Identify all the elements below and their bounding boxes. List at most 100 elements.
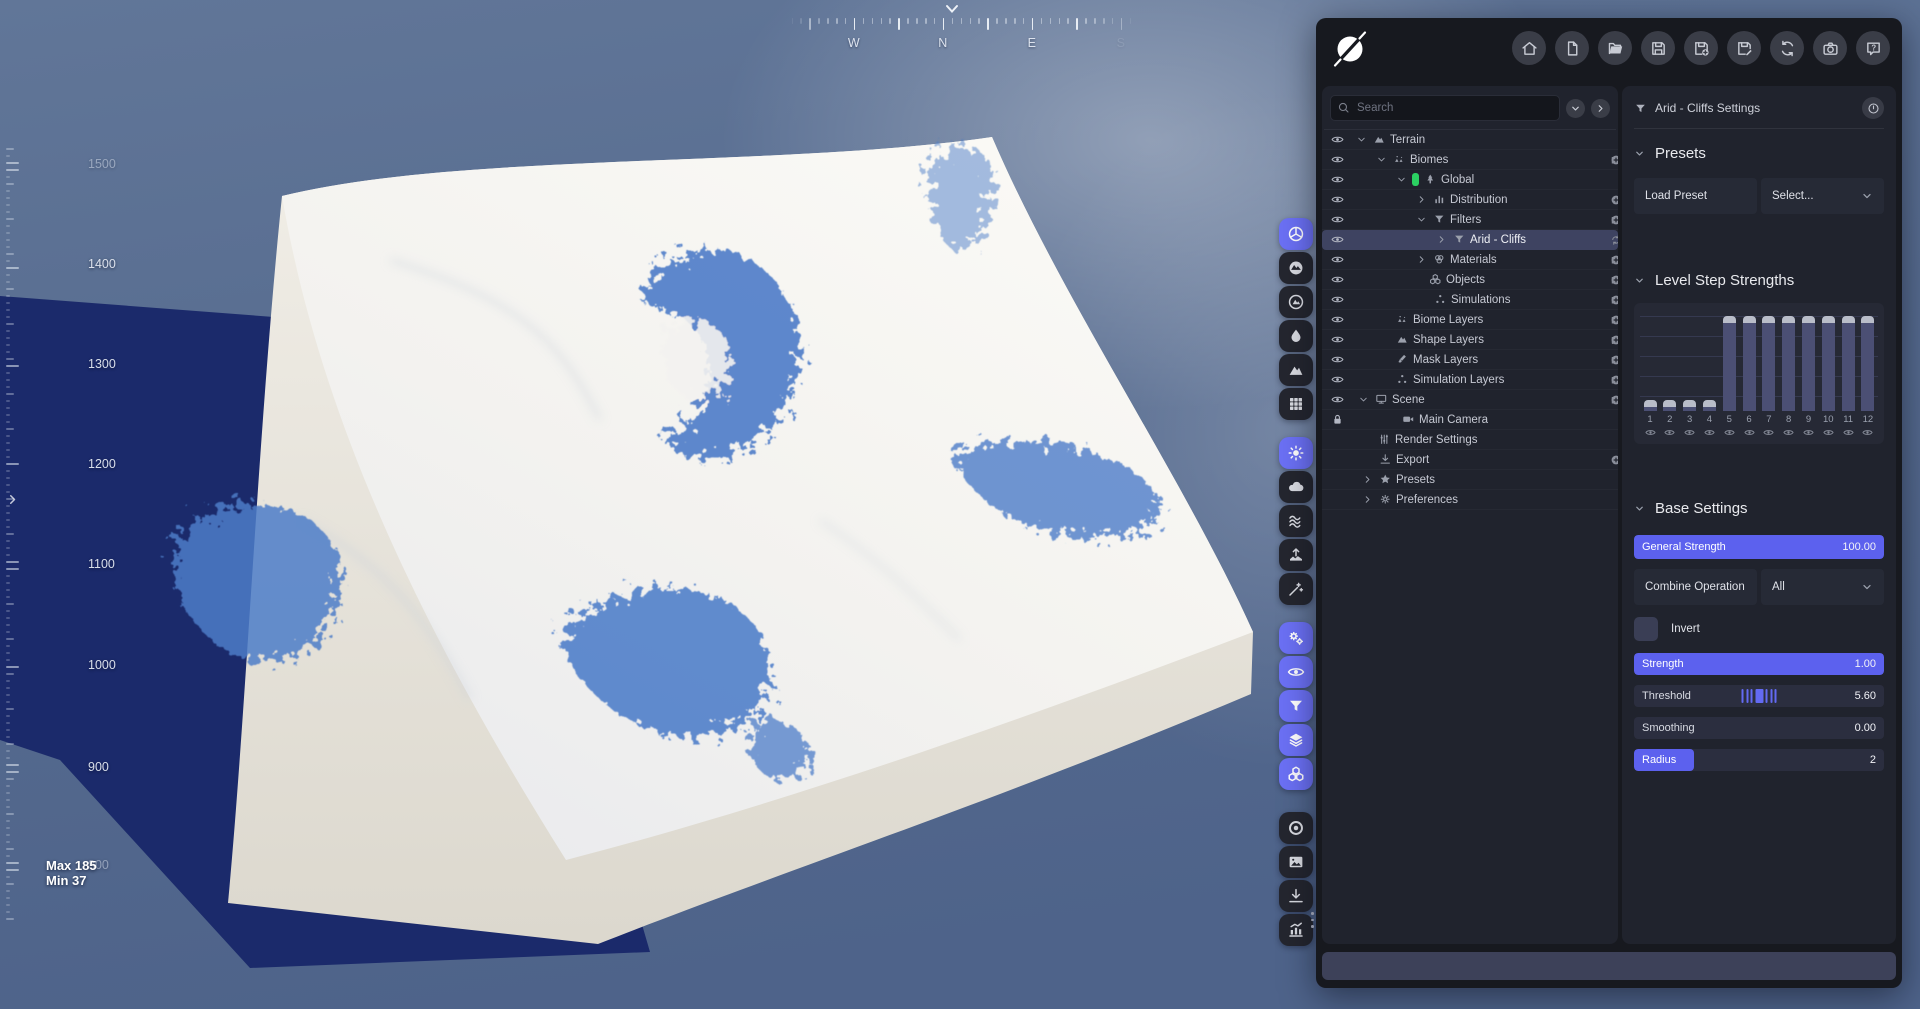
- tree-row-main-camera[interactable]: Main Camera: [1322, 410, 1618, 430]
- level-step-bar-1[interactable]: [1643, 311, 1657, 411]
- visibility-toggle[interactable]: [1331, 250, 1344, 269]
- level-step-visibility-toggle[interactable]: [1742, 427, 1756, 438]
- level-step-visibility-toggle[interactable]: [1861, 427, 1875, 438]
- level-step-bar-4[interactable]: [1702, 311, 1716, 411]
- tool-button-cloud[interactable]: [1279, 471, 1313, 503]
- tool-button-cubes[interactable]: [1279, 758, 1313, 790]
- visibility-toggle[interactable]: [1331, 270, 1344, 289]
- tree-row-biome-layers[interactable]: Biome Layers: [1322, 310, 1618, 330]
- lock-toggle[interactable]: [1331, 410, 1344, 429]
- plus-button[interactable]: [1610, 150, 1618, 169]
- plus-button[interactable]: [1610, 190, 1618, 209]
- header-button-open-folder[interactable]: [1598, 31, 1632, 65]
- expander[interactable]: [1436, 230, 1447, 249]
- invert-checkbox[interactable]: [1634, 617, 1658, 641]
- tool-button-magic-wand[interactable]: [1279, 573, 1313, 605]
- header-button-save[interactable]: [1641, 31, 1675, 65]
- tool-button-gears[interactable]: [1279, 622, 1313, 654]
- visibility-toggle[interactable]: [1331, 310, 1344, 329]
- level-step-bar-6[interactable]: [1742, 311, 1756, 411]
- level-step-bar-10[interactable]: [1821, 311, 1835, 411]
- threshold-scrubber[interactable]: Threshold 5.60: [1634, 685, 1884, 707]
- level-step-visibility-toggle[interactable]: [1722, 427, 1736, 438]
- tree-row-global[interactable]: Global: [1322, 170, 1618, 190]
- plus-button[interactable]: [1610, 350, 1618, 369]
- tree-row-terrain[interactable]: Terrain: [1322, 130, 1618, 150]
- tree-row-filters[interactable]: Filters: [1322, 210, 1618, 230]
- tool-button-waves[interactable]: [1279, 505, 1313, 537]
- tool-button-mountain[interactable]: [1279, 354, 1313, 386]
- visibility-toggle[interactable]: [1331, 130, 1344, 149]
- strength-slider[interactable]: Strength 1.00: [1634, 653, 1884, 675]
- enable-toggle-button[interactable]: [1862, 97, 1884, 119]
- tree-row-shape-layers[interactable]: Shape Layers: [1322, 330, 1618, 350]
- collapse-all-button[interactable]: [1566, 99, 1585, 118]
- tool-button-raise-terrain[interactable]: [1279, 539, 1313, 571]
- tree-row-biomes[interactable]: Biomes: [1322, 150, 1618, 170]
- tool-button-eye[interactable]: [1279, 656, 1313, 688]
- plus-button[interactable]: [1610, 370, 1618, 389]
- sidebar-expander[interactable]: [5, 492, 20, 512]
- tool-button-filter[interactable]: [1279, 690, 1313, 722]
- base-settings-section-header[interactable]: Base Settings: [1634, 500, 1884, 517]
- expander[interactable]: [1362, 470, 1373, 489]
- tree-row-render-settings[interactable]: Render Settings: [1322, 430, 1618, 450]
- tool-button-record[interactable]: [1279, 812, 1313, 844]
- search-input[interactable]: [1330, 95, 1560, 121]
- tree-row-preferences[interactable]: Preferences: [1322, 490, 1618, 510]
- tool-button-planet[interactable]: [1279, 218, 1313, 250]
- tool-button-terrain-ring[interactable]: [1279, 286, 1313, 318]
- level-step-visibility-toggle[interactable]: [1821, 427, 1835, 438]
- visibility-toggle[interactable]: [1331, 370, 1344, 389]
- header-button-save-as[interactable]: [1684, 31, 1718, 65]
- tree-row-export[interactable]: Export: [1322, 450, 1618, 470]
- header-button-help[interactable]: ?: [1856, 31, 1890, 65]
- plus-button[interactable]: [1610, 450, 1618, 469]
- level-step-visibility-toggle[interactable]: [1683, 427, 1697, 438]
- expander[interactable]: [1362, 490, 1373, 509]
- tree-row-simulation-layers[interactable]: Simulation Layers: [1322, 370, 1618, 390]
- general-strength-slider[interactable]: General Strength 100.00: [1634, 535, 1884, 559]
- header-button-home[interactable]: [1512, 31, 1546, 65]
- plus-button[interactable]: [1610, 290, 1618, 309]
- level-step-bar-3[interactable]: [1683, 311, 1697, 411]
- level-step-bar-11[interactable]: [1841, 311, 1855, 411]
- level-step-visibility-toggle[interactable]: [1782, 427, 1796, 438]
- level-step-bar-12[interactable]: [1861, 311, 1875, 411]
- visibility-toggle[interactable]: [1331, 190, 1344, 209]
- level-step-visibility-toggle[interactable]: [1643, 427, 1657, 438]
- visibility-toggle[interactable]: [1331, 210, 1344, 229]
- visibility-toggle[interactable]: [1331, 390, 1344, 409]
- plus-button[interactable]: [1610, 250, 1618, 269]
- expander[interactable]: [1356, 130, 1367, 149]
- plus-button[interactable]: [1610, 210, 1618, 229]
- header-button-screenshot[interactable]: [1813, 31, 1847, 65]
- tree-row-mask-layers[interactable]: Mask Layers: [1322, 350, 1618, 370]
- tree-row-objects[interactable]: Objects: [1322, 270, 1618, 290]
- tool-button-layers[interactable]: [1279, 724, 1313, 756]
- level-step-bar-9[interactable]: [1802, 311, 1816, 411]
- tree-row-materials[interactable]: Materials: [1322, 250, 1618, 270]
- tool-button-download[interactable]: [1279, 880, 1313, 912]
- level-step-bar-2[interactable]: [1663, 311, 1677, 411]
- plus-button[interactable]: [1610, 390, 1618, 409]
- radius-slider[interactable]: Radius 2: [1634, 749, 1884, 771]
- tool-button-image[interactable]: [1279, 846, 1313, 878]
- level-step-visibility-toggle[interactable]: [1702, 427, 1716, 438]
- expander[interactable]: [1358, 390, 1369, 409]
- visibility-toggle[interactable]: [1331, 350, 1344, 369]
- level-step-visibility-toggle[interactable]: [1663, 427, 1677, 438]
- expander[interactable]: [1416, 210, 1427, 229]
- plus-button[interactable]: [1610, 310, 1618, 329]
- panel-resize-grip[interactable]: [1311, 912, 1314, 928]
- header-button-sync[interactable]: [1770, 31, 1804, 65]
- visibility-toggle[interactable]: [1331, 290, 1344, 309]
- plus-button[interactable]: [1610, 330, 1618, 349]
- expander[interactable]: [1396, 170, 1407, 189]
- tree-row-distribution[interactable]: Distribution: [1322, 190, 1618, 210]
- level-step-section-header[interactable]: Level Step Strengths: [1634, 272, 1884, 289]
- plus-button[interactable]: [1610, 270, 1618, 289]
- visibility-toggle[interactable]: [1331, 170, 1344, 189]
- tool-button-grid[interactable]: [1279, 388, 1313, 420]
- combine-operation-select[interactable]: All: [1761, 569, 1884, 605]
